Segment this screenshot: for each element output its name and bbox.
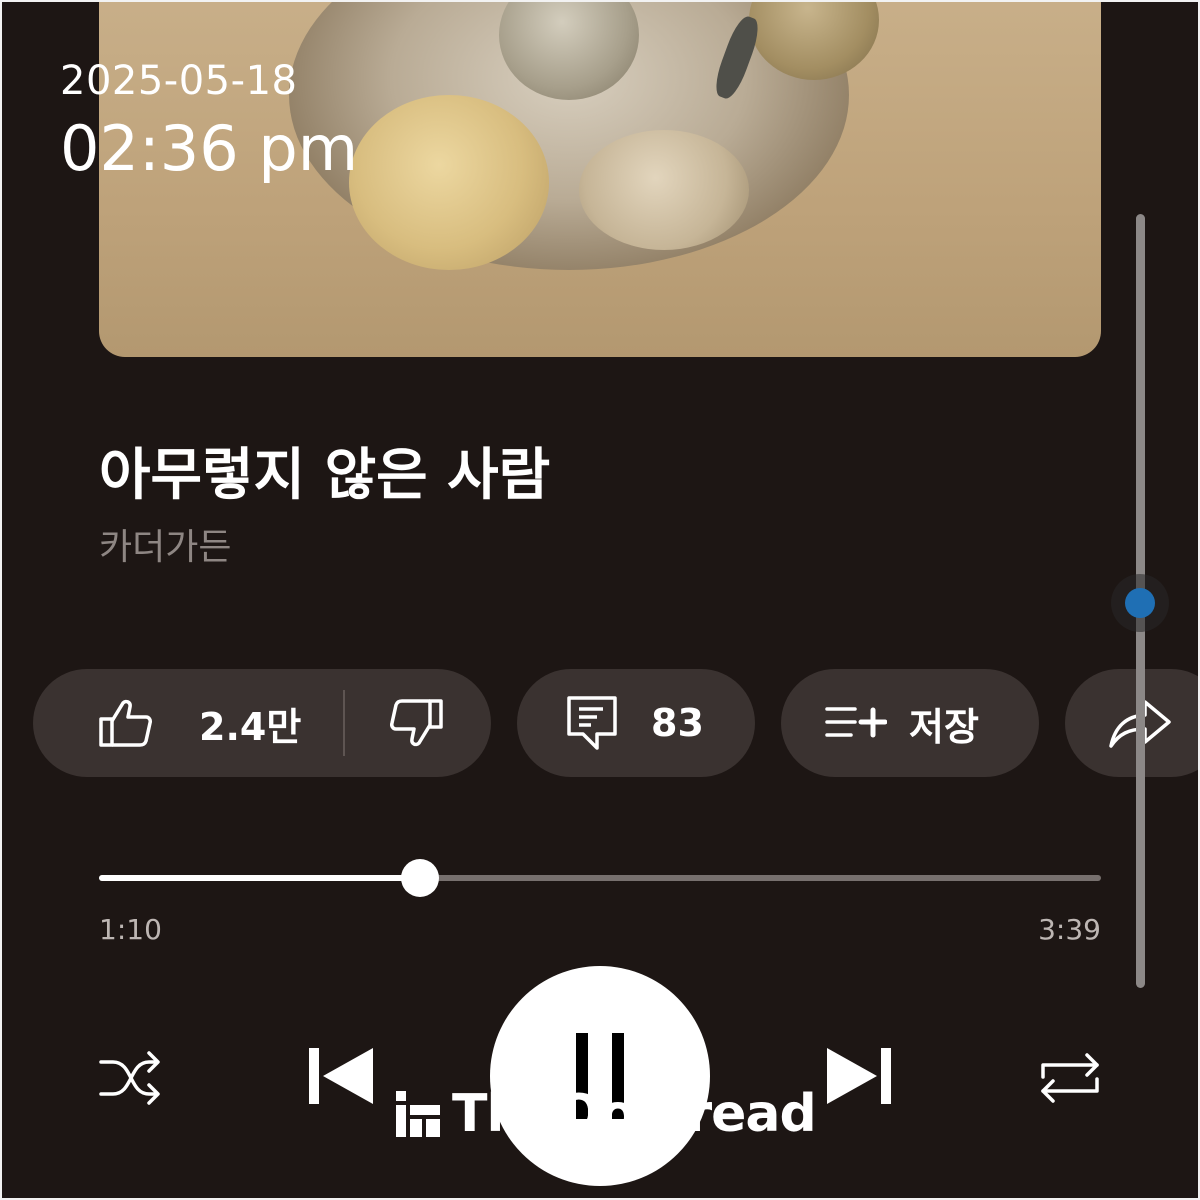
previous-icon xyxy=(309,1048,373,1104)
song-artist[interactable]: 카더가든 xyxy=(99,518,231,570)
dislike-button[interactable] xyxy=(389,695,445,751)
overlay-date: 2025-05-18 xyxy=(60,58,298,104)
watermark-logo-icon xyxy=(396,1091,440,1137)
save-button[interactable]: 저장 xyxy=(781,669,1039,777)
overlay-time: 02:36 pm xyxy=(60,112,359,185)
current-time: 1:10 xyxy=(99,913,162,946)
song-title: 아무렇지 않은 사람 xyxy=(99,443,551,508)
album-art-pebble xyxy=(579,130,749,250)
pause-button[interactable] xyxy=(490,966,710,1186)
comment-count: 83 xyxy=(651,701,704,745)
next-button[interactable] xyxy=(820,1040,900,1112)
repeat-button[interactable] xyxy=(1030,1044,1110,1112)
pill-divider xyxy=(343,690,346,756)
watermark: TheQoo read xyxy=(396,1084,817,1144)
progress-scrubber[interactable] xyxy=(400,859,439,897)
comment-icon xyxy=(567,696,617,750)
thumbs-up-icon xyxy=(99,699,152,747)
previous-button[interactable] xyxy=(300,1040,380,1112)
watermark-text: TheQoo read xyxy=(452,1084,817,1144)
like-count: 2.4만 xyxy=(199,704,302,749)
share-button[interactable] xyxy=(1065,669,1200,777)
comments-button[interactable]: 83 xyxy=(517,669,755,777)
playlist-add-icon xyxy=(825,707,887,738)
thumbs-down-icon xyxy=(390,699,444,747)
repeat-icon xyxy=(1041,1053,1099,1103)
shuffle-button[interactable] xyxy=(92,1044,168,1112)
next-icon xyxy=(827,1048,891,1104)
like-button[interactable]: 2.4만 xyxy=(97,695,301,751)
progress-fill xyxy=(99,875,420,881)
album-art-pebble xyxy=(349,95,549,270)
like-dislike-pill: 2.4만 xyxy=(33,669,491,777)
duration: 3:39 xyxy=(1038,913,1101,946)
save-label: 저장 xyxy=(909,704,979,749)
shuffle-icon xyxy=(99,1051,160,1105)
vertical-scrollbar-thumb[interactable] xyxy=(1125,588,1155,618)
